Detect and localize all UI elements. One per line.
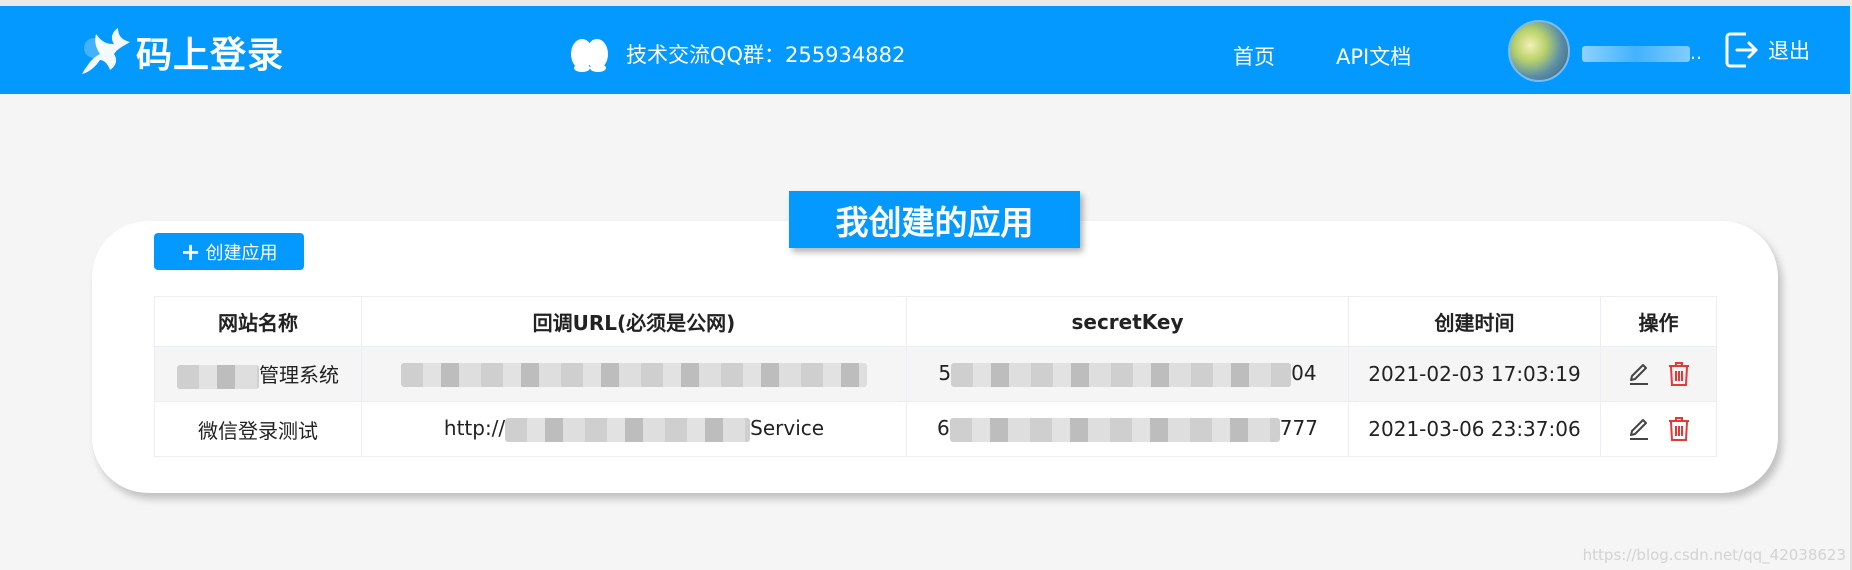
- secret-key-cell: 6 777: [906, 401, 1349, 457]
- column-header: 回调URL(必须是公网): [361, 296, 907, 347]
- plus-icon: +: [180, 237, 201, 266]
- user-avatar[interactable]: [1508, 20, 1570, 82]
- callback-prefix: http://: [443, 416, 506, 441]
- create-app-label: 创建应用: [205, 242, 278, 264]
- masked-text: [401, 362, 867, 387]
- callback-suffix: Service: [750, 416, 825, 441]
- table-row: 微信登录测试 http:// Service 6 777 2021-03-06 23…: [154, 401, 1717, 457]
- trash-icon[interactable]: [1667, 416, 1691, 442]
- created-time-cell: 2021-03-06 23:37:06: [1348, 401, 1601, 457]
- brand-logo[interactable]: 码上登录: [74, 24, 284, 80]
- logout-label: 退出: [1768, 39, 1810, 63]
- secret-key-cell: 5 04: [906, 346, 1349, 402]
- created-time-cell: 2021-02-03 17:03:19: [1348, 346, 1601, 402]
- secret-suffix: 777: [1279, 416, 1318, 441]
- qq-group-info: 技术交流QQ群：255934882: [566, 34, 905, 74]
- app-name-cell: 管理系统: [154, 346, 362, 402]
- masked-text: [951, 362, 1292, 387]
- secret-prefix: 6: [937, 416, 950, 441]
- app-name-cell: 微信登录测试: [154, 401, 362, 457]
- qq-penguin-icon: [571, 39, 608, 72]
- app-name-suffix: 管理系统: [259, 363, 339, 388]
- table-row: 管理系统 5 04 2021-02-03 17:03:19: [154, 346, 1717, 402]
- pegasus-icon: [82, 28, 130, 74]
- username-masked: [1582, 45, 1690, 62]
- logout-icon: [1725, 32, 1758, 68]
- apps-table: 网站名称 回调URL(必须是公网) secretKey 创建时间 操作 管理系统…: [154, 296, 1717, 457]
- brand-name: 码上登录: [136, 35, 285, 76]
- logout-button[interactable]: 退出: [1724, 30, 1810, 70]
- column-header: 网站名称: [154, 296, 362, 347]
- callback-url-cell: http:// Service: [361, 401, 907, 457]
- secret-prefix: 5: [938, 361, 952, 386]
- pencil-icon[interactable]: [1627, 361, 1651, 387]
- column-header: 操作: [1600, 296, 1717, 347]
- username[interactable]: ..: [1582, 42, 1700, 66]
- masked-text: [949, 417, 1280, 442]
- qq-group-text: 技术交流QQ群：255934882: [626, 43, 906, 67]
- section-title: 我创建的应用: [789, 191, 1080, 248]
- pencil-icon[interactable]: [1627, 416, 1651, 442]
- username-ellipsis: ..: [1690, 42, 1700, 64]
- actions-cell: [1600, 401, 1717, 457]
- nav-api-docs-link[interactable]: API文档: [1336, 41, 1411, 71]
- trash-icon[interactable]: [1667, 361, 1691, 387]
- callback-url-cell: [361, 346, 907, 402]
- secret-suffix: 04: [1291, 361, 1317, 386]
- create-app-button[interactable]: + 创建应用: [154, 233, 304, 270]
- navbar: 码上登录 技术交流QQ群：255934882 首页 API文档 .. 退出: [0, 6, 1852, 94]
- masked-text: [177, 364, 259, 389]
- nav-home-link[interactable]: 首页: [1233, 41, 1275, 71]
- masked-text: [505, 417, 751, 442]
- column-header: 创建时间: [1348, 296, 1601, 347]
- watermark: https://blog.csdn.net/qq_42038623: [1582, 546, 1846, 564]
- column-header: secretKey: [906, 296, 1349, 347]
- actions-cell: [1600, 346, 1717, 402]
- table-header-row: 网站名称 回调URL(必须是公网) secretKey 创建时间 操作: [154, 296, 1717, 347]
